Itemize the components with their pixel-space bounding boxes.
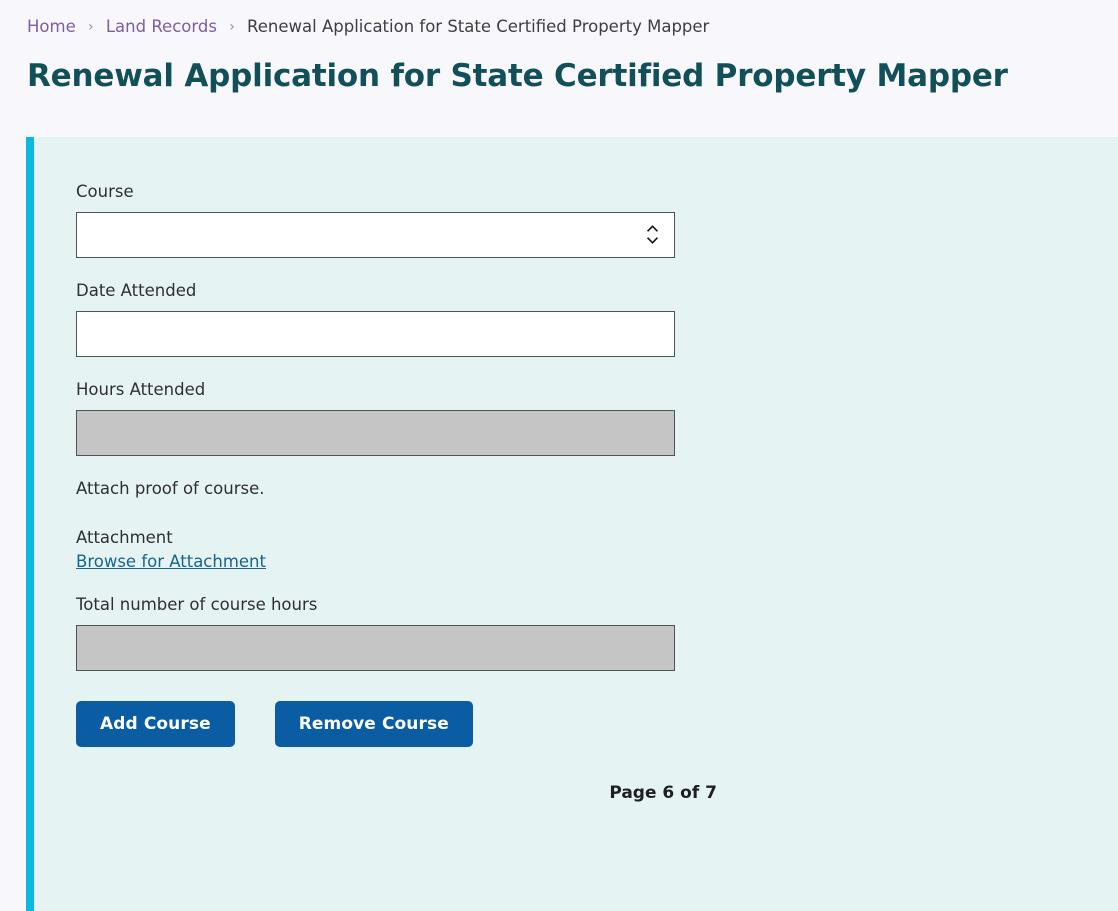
browse-for-attachment-link[interactable]: Browse for Attachment (76, 550, 266, 574)
breadcrumb-separator-icon: › (87, 19, 94, 35)
page-title: Renewal Application for State Certified … (27, 58, 1008, 94)
field-group-total-course-hours: Total number of course hours (76, 594, 1118, 671)
breadcrumb-item-current: Renewal Application for State Certified … (247, 17, 710, 36)
breadcrumb-item-land-records[interactable]: Land Records (106, 17, 217, 36)
page-indicator: Page 6 of 7 (609, 783, 717, 803)
hours-attended-input (76, 410, 675, 456)
field-group-hours-attended: Hours Attended (76, 379, 1118, 456)
attachment-block: Attachment Browse for Attachment (76, 526, 1118, 574)
add-course-button[interactable]: Add Course (76, 701, 235, 747)
course-select[interactable] (76, 212, 675, 258)
field-group-course: Course (76, 181, 1118, 258)
date-attended-input[interactable] (76, 311, 675, 357)
attach-proof-helper-text: Attach proof of course. (76, 479, 265, 498)
remove-course-button[interactable]: Remove Course (274, 701, 473, 747)
form-panel-body: Course Date Attended Hours Attended Atta… (34, 137, 1118, 911)
hours-attended-label: Hours Attended (76, 380, 206, 399)
panel-accent-bar (26, 137, 34, 911)
attachment-label: Attachment (76, 528, 173, 547)
breadcrumb: Home › Land Records › Renewal Applicatio… (0, 0, 1118, 39)
breadcrumb-separator-icon: › (229, 19, 235, 35)
form-panel: Course Date Attended Hours Attended Atta… (26, 137, 1118, 911)
date-attended-label: Date Attended (76, 281, 197, 300)
course-action-buttons: Add Course Remove Course (76, 701, 1118, 747)
course-select-shell (76, 212, 675, 258)
course-label: Course (76, 182, 134, 201)
form-fields-container: Course Date Attended Hours Attended Atta… (34, 137, 1118, 803)
breadcrumb-item-home[interactable]: Home (27, 17, 76, 36)
total-course-hours-label: Total number of course hours (76, 595, 318, 614)
total-course-hours-input (76, 625, 675, 671)
field-group-date-attended: Date Attended (76, 280, 1118, 357)
